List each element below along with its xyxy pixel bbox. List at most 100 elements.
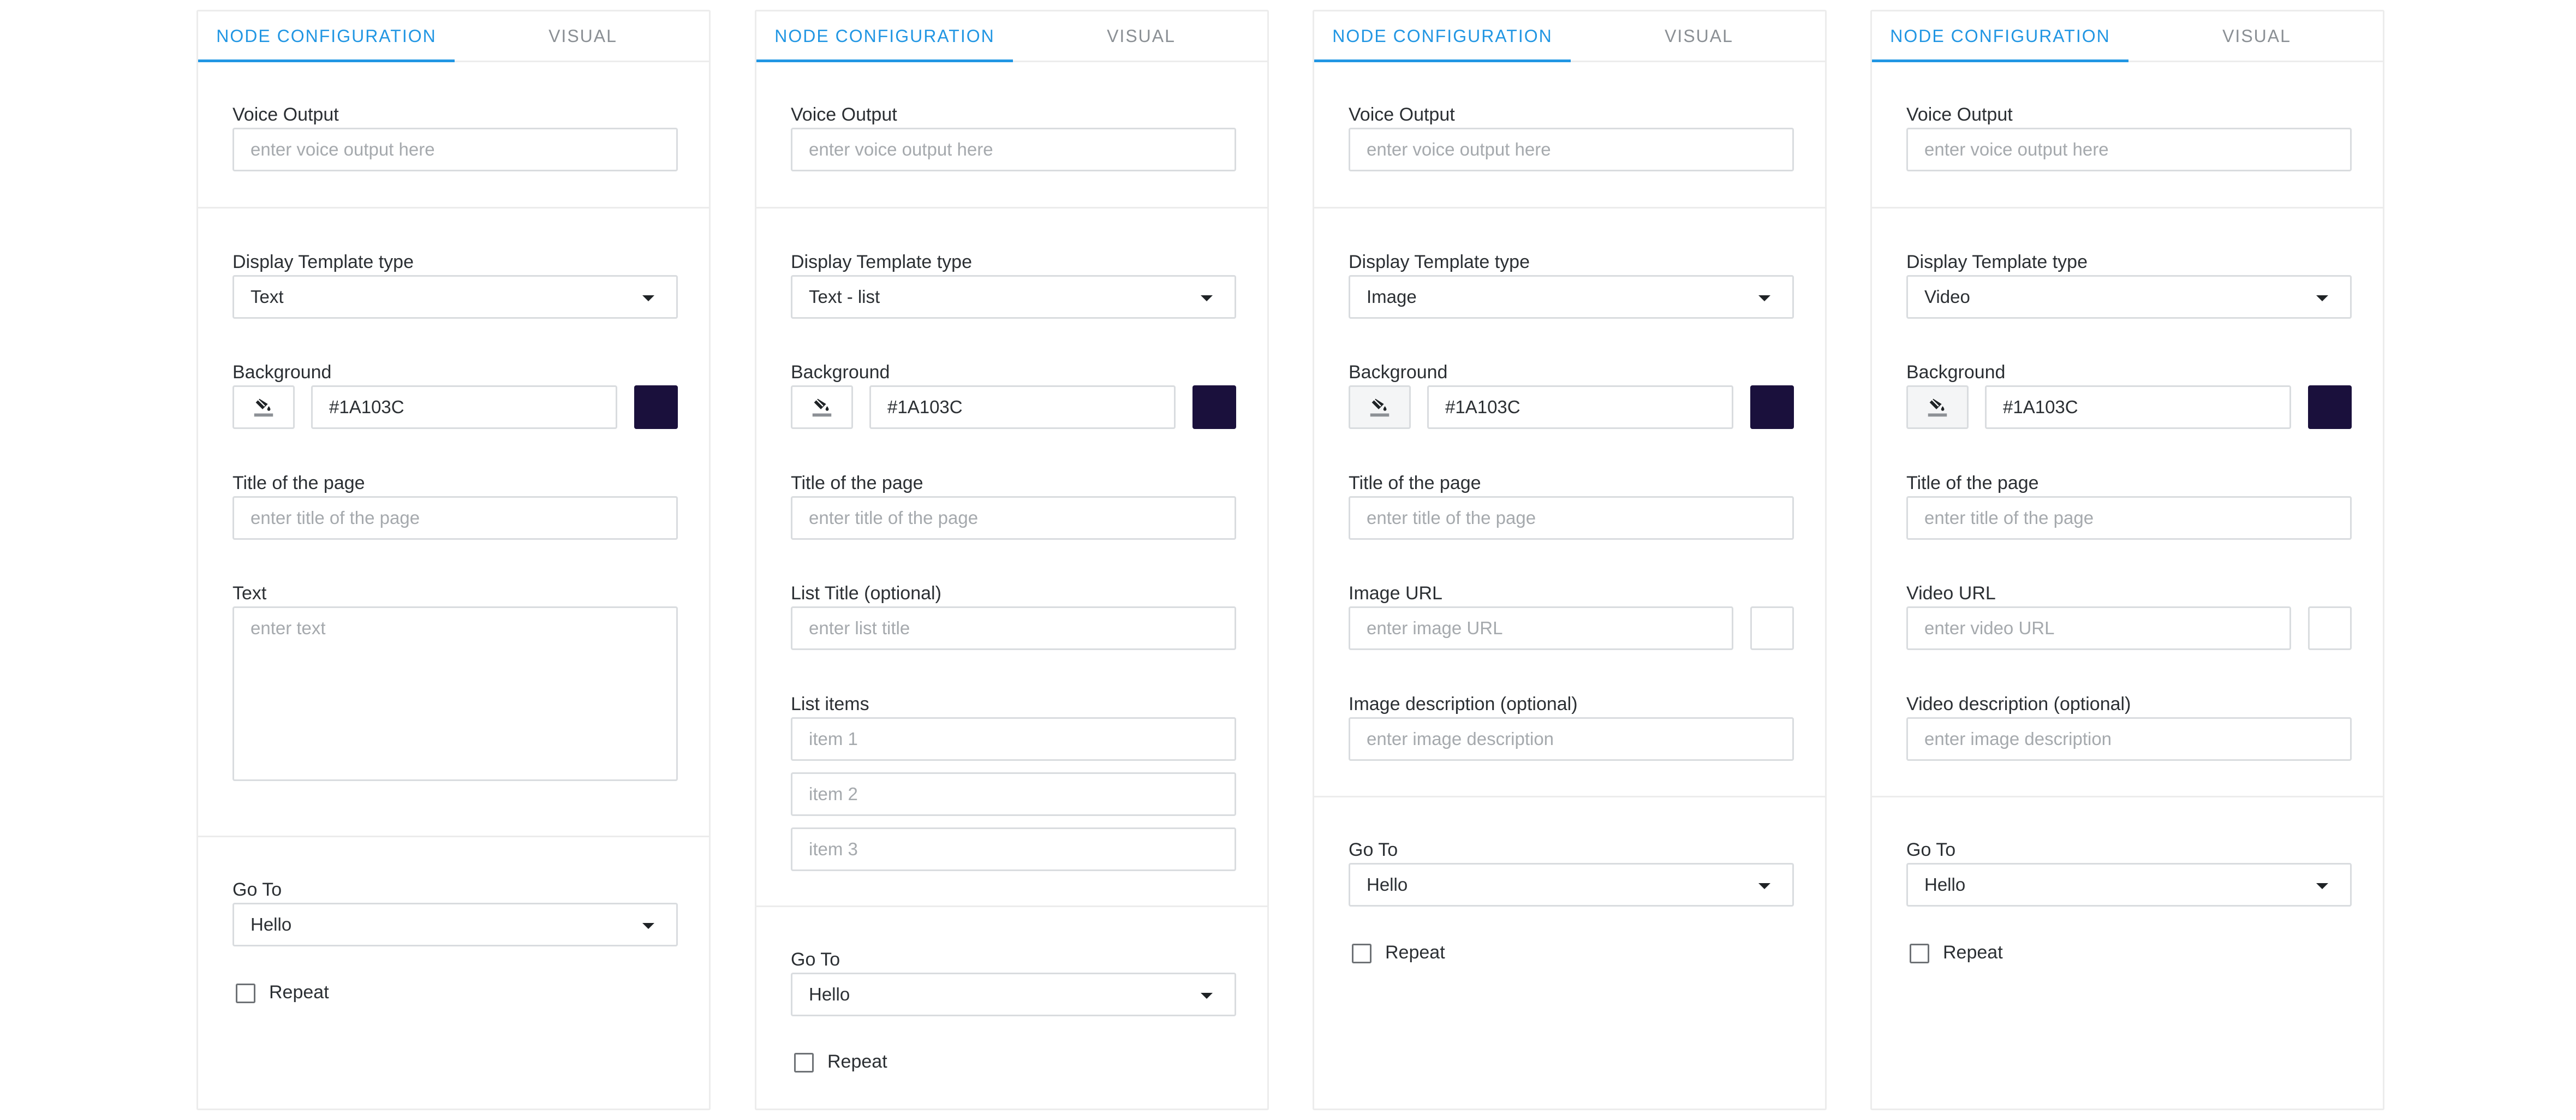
template-type-label: Display Template type xyxy=(791,252,972,272)
list-title-input[interactable]: enter list title xyxy=(791,606,1236,650)
repeat-checkbox[interactable] xyxy=(794,1053,814,1073)
background-label: Background xyxy=(1349,362,1448,383)
tab-node-configuration[interactable]: NODE CONFIGURATION xyxy=(1872,11,2128,62)
template-type-label: Display Template type xyxy=(1906,252,2088,272)
paint-bucket-icon xyxy=(254,398,273,417)
tab-node-configuration[interactable]: NODE CONFIGURATION xyxy=(1314,11,1571,62)
template-type-select[interactable]: Video xyxy=(1906,275,2352,319)
tab-visual[interactable]: VISUAL xyxy=(455,11,711,61)
template-type-select[interactable]: Text - list xyxy=(791,275,1236,319)
tab-node-configuration[interactable]: NODE CONFIGURATION xyxy=(198,11,455,62)
voice-output-input[interactable]: enter voice output here xyxy=(791,128,1236,171)
voice-output-label: Voice Output xyxy=(232,104,339,125)
goto-label: Go To xyxy=(1349,839,1398,860)
node-config-panel-video: NODE CONFIGURATION VISUAL Voice Output e… xyxy=(1870,10,2384,1110)
paint-bucket-button[interactable] xyxy=(1349,385,1411,429)
background-color-input[interactable]: #1A103C xyxy=(869,385,1176,429)
background-color-input[interactable]: #1A103C xyxy=(1427,385,1733,429)
node-config-panel-text-list: NODE CONFIGURATION VISUAL Voice Output e… xyxy=(755,10,1269,1110)
caret-down-icon xyxy=(1758,883,1770,889)
template-type-label: Display Template type xyxy=(232,252,414,272)
page-title-label: Title of the page xyxy=(232,473,365,493)
repeat-checkbox[interactable] xyxy=(1352,944,1372,963)
list-item-input[interactable]: item 3 xyxy=(791,827,1236,871)
repeat-label: Repeat xyxy=(827,1051,887,1072)
voice-output-input[interactable]: enter voice output here xyxy=(232,128,678,171)
page-title-label: Title of the page xyxy=(791,473,923,493)
video-url-input[interactable]: enter video URL xyxy=(1906,606,2291,650)
template-type-value: Text xyxy=(251,287,284,307)
paint-bucket-button[interactable] xyxy=(791,385,853,429)
tab-bar: NODE CONFIGURATION VISUAL xyxy=(756,11,1267,62)
goto-select[interactable]: Hello xyxy=(232,903,678,946)
node-config-panel-image: NODE CONFIGURATION VISUAL Voice Output e… xyxy=(1313,10,1827,1110)
paint-bucket-button[interactable] xyxy=(232,385,295,429)
background-color-swatch[interactable] xyxy=(634,385,678,429)
tab-bar: NODE CONFIGURATION VISUAL xyxy=(198,11,709,62)
tab-visual[interactable]: VISUAL xyxy=(1571,11,1827,61)
background-color-swatch[interactable] xyxy=(1192,385,1236,429)
image-url-input[interactable]: enter image URL xyxy=(1349,606,1733,650)
background-color-swatch[interactable] xyxy=(1750,385,1794,429)
tab-bar: NODE CONFIGURATION VISUAL xyxy=(1872,11,2383,62)
voice-output-label: Voice Output xyxy=(1906,104,2013,125)
page-title-input[interactable]: enter title of the page xyxy=(791,496,1236,540)
goto-label: Go To xyxy=(232,879,282,900)
repeat-checkbox[interactable] xyxy=(1910,944,1929,963)
template-type-value: Text - list xyxy=(809,287,880,307)
repeat-label: Repeat xyxy=(1385,942,1445,963)
background-color-input[interactable]: #1A103C xyxy=(311,385,617,429)
voice-output-input[interactable]: enter voice output here xyxy=(1349,128,1794,171)
divider xyxy=(1872,796,2383,797)
tab-visual[interactable]: VISUAL xyxy=(1013,11,1269,61)
template-type-value: Image xyxy=(1367,287,1417,307)
tab-visual[interactable]: VISUAL xyxy=(2128,11,2385,61)
list-item-input[interactable]: item 2 xyxy=(791,772,1236,816)
template-type-label: Display Template type xyxy=(1349,252,1530,272)
voice-output-input[interactable]: enter voice output here xyxy=(1906,128,2352,171)
text-label: Text xyxy=(232,583,267,604)
background-label: Background xyxy=(791,362,890,383)
video-description-input[interactable]: enter image description xyxy=(1906,717,2352,761)
caret-down-icon xyxy=(2316,883,2328,889)
video-preview xyxy=(2308,606,2352,650)
page-title-input[interactable]: enter title of the page xyxy=(1906,496,2352,540)
paint-bucket-icon xyxy=(812,398,832,417)
voice-output-label: Voice Output xyxy=(1349,104,1455,125)
goto-value: Hello xyxy=(809,984,850,1004)
caret-down-icon xyxy=(1758,295,1770,301)
page-title-label: Title of the page xyxy=(1349,473,1481,493)
page-title-input[interactable]: enter title of the page xyxy=(1349,496,1794,540)
template-type-select[interactable]: Image xyxy=(1349,275,1794,319)
page-title-input[interactable]: enter title of the page xyxy=(232,496,678,540)
divider xyxy=(1314,207,1825,208)
background-label: Background xyxy=(232,362,332,383)
list-item-input[interactable]: item 1 xyxy=(791,717,1236,761)
divider xyxy=(756,905,1267,907)
paint-bucket-icon xyxy=(1370,398,1390,417)
repeat-checkbox[interactable] xyxy=(236,984,255,1003)
goto-value: Hello xyxy=(1924,874,1966,895)
tab-bar: NODE CONFIGURATION VISUAL xyxy=(1314,11,1825,62)
page-title-label: Title of the page xyxy=(1906,473,2039,493)
goto-select[interactable]: Hello xyxy=(1906,863,2352,907)
background-color-swatch[interactable] xyxy=(2308,385,2352,429)
background-color-input[interactable]: #1A103C xyxy=(1985,385,2291,429)
image-description-input[interactable]: enter image description xyxy=(1349,717,1794,761)
goto-label: Go To xyxy=(791,949,840,970)
goto-select[interactable]: Hello xyxy=(1349,863,1794,907)
video-url-label: Video URL xyxy=(1906,583,1996,604)
tab-node-configuration[interactable]: NODE CONFIGURATION xyxy=(756,11,1013,62)
text-textarea[interactable]: enter text xyxy=(232,606,678,781)
paint-bucket-button[interactable] xyxy=(1906,385,1969,429)
list-items-label: List items xyxy=(791,694,869,714)
image-preview xyxy=(1750,606,1794,650)
list-title-label: List Title (optional) xyxy=(791,583,941,604)
caret-down-icon xyxy=(1201,993,1213,999)
video-description-label: Video description (optional) xyxy=(1906,694,2131,714)
paint-bucket-icon xyxy=(1928,398,1947,417)
image-description-label: Image description (optional) xyxy=(1349,694,1578,714)
template-type-select[interactable]: Text xyxy=(232,275,678,319)
goto-select[interactable]: Hello xyxy=(791,973,1236,1016)
divider xyxy=(198,207,709,208)
